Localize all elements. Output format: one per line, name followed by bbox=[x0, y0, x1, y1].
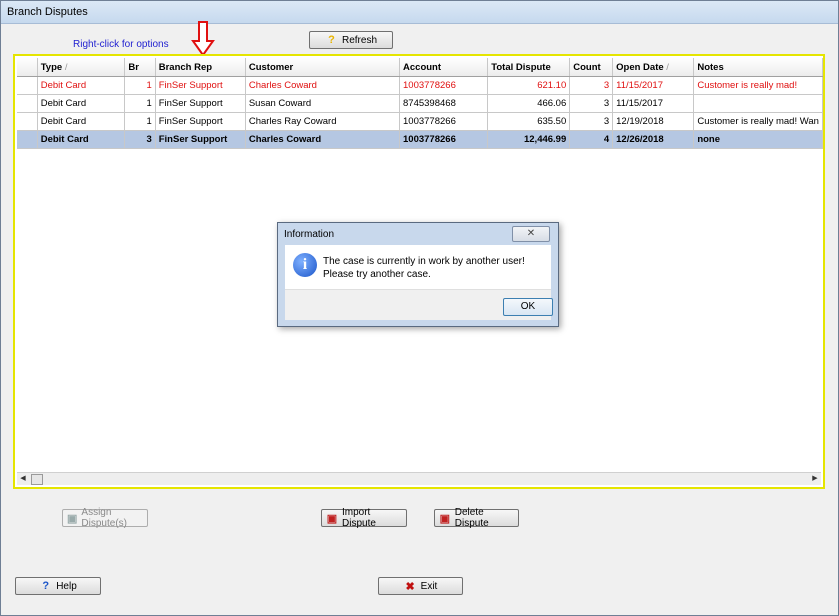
cell-date: 12/19/2018 bbox=[612, 112, 695, 131]
scroll-right-icon[interactable]: ▶ bbox=[809, 473, 821, 485]
cell-type: Debit Card bbox=[37, 94, 126, 113]
cell-date: 11/15/2017 bbox=[612, 76, 695, 95]
information-dialog: Information ✕ i The case is currently in… bbox=[277, 222, 559, 327]
table-row[interactable]: Debit Card 1 FinSer Support Charles Ray … bbox=[17, 112, 823, 131]
exit-label: Exit bbox=[420, 580, 438, 592]
disputes-table: Type / Br Branch Rep Customer Account To… bbox=[17, 58, 823, 149]
row-selector[interactable] bbox=[17, 76, 38, 95]
title-bar: Branch Disputes bbox=[1, 1, 838, 24]
import-icon: ▣ bbox=[326, 512, 338, 525]
question-icon: ? bbox=[328, 34, 335, 46]
header-total-dispute[interactable]: Total Dispute bbox=[487, 58, 571, 77]
cell-total: 466.06 bbox=[487, 94, 571, 113]
cell-notes: Customer is really mad! Wan bbox=[693, 112, 823, 131]
dialog-title: Information bbox=[284, 229, 335, 240]
dialog-close-icon[interactable]: ✕ bbox=[512, 226, 550, 242]
cell-count: 4 bbox=[569, 130, 614, 149]
dialog-message: The case is currently in work by another… bbox=[323, 256, 525, 280]
header-br[interactable]: Br bbox=[124, 58, 156, 77]
cell-total: 635.50 bbox=[487, 112, 571, 131]
import-dispute-button[interactable]: ▣ Import Dispute bbox=[321, 507, 407, 529]
cell-type: Debit Card bbox=[37, 130, 126, 149]
cell-account: 1003778266 bbox=[399, 130, 489, 149]
cell-total: 12,446.99 bbox=[487, 130, 571, 149]
help-button[interactable]: ? Help bbox=[15, 577, 101, 595]
cell-count: 3 bbox=[569, 94, 614, 113]
cell-notes: none bbox=[693, 130, 823, 149]
cell-account: 1003778266 bbox=[399, 76, 489, 95]
header-account[interactable]: Account bbox=[399, 58, 489, 77]
scroll-left-icon[interactable]: ◀ bbox=[17, 473, 29, 485]
cell-type: Debit Card bbox=[37, 112, 126, 131]
cell-count: 3 bbox=[569, 76, 614, 95]
cell-rep: FinSer Support bbox=[155, 112, 246, 131]
cell-customer: Charles Coward bbox=[245, 130, 401, 149]
assign-dispute-button[interactable]: ▣ Assign Dispute(s) bbox=[62, 507, 148, 529]
help-icon: ? bbox=[42, 580, 50, 592]
import-label: Import Dispute bbox=[342, 507, 376, 529]
down-arrow-icon bbox=[191, 21, 215, 57]
cell-br: 1 bbox=[124, 94, 156, 113]
row-selector[interactable] bbox=[17, 94, 38, 113]
help-label: Help bbox=[56, 580, 77, 592]
info-icon: i bbox=[293, 253, 317, 277]
row-selector[interactable] bbox=[17, 130, 38, 149]
cell-type: Debit Card bbox=[37, 76, 126, 95]
cell-rep: FinSer Support bbox=[155, 94, 246, 113]
cell-account: 1003778266 bbox=[399, 112, 489, 131]
horizontal-scrollbar[interactable]: ◀ ▶ bbox=[17, 472, 821, 485]
header-open-date[interactable]: Open Date / bbox=[612, 58, 695, 77]
cell-br: 1 bbox=[124, 76, 156, 95]
cell-account: 8745398468 bbox=[399, 94, 489, 113]
refresh-button[interactable]: ? Refresh bbox=[309, 31, 393, 49]
cell-customer: Charles Ray Coward bbox=[245, 112, 401, 131]
cell-count: 3 bbox=[569, 112, 614, 131]
right-click-hint: Right-click for options bbox=[73, 39, 169, 50]
cell-br: 3 bbox=[124, 130, 156, 149]
refresh-label: Refresh bbox=[341, 34, 377, 46]
assign-icon: ▣ bbox=[67, 512, 78, 525]
cell-rep: FinSer Support bbox=[155, 76, 246, 95]
header-count[interactable]: Count bbox=[569, 58, 614, 77]
table-row-selected[interactable]: Debit Card 3 FinSer Support Charles Cowa… bbox=[17, 130, 823, 149]
scroll-thumb[interactable] bbox=[31, 474, 43, 485]
delete-label: Delete Dispute bbox=[454, 507, 489, 529]
cell-date: 11/15/2017 bbox=[612, 94, 695, 113]
header-selector[interactable] bbox=[17, 58, 38, 77]
dialog-footer: OK bbox=[285, 289, 553, 320]
delete-icon: ▣ bbox=[439, 512, 451, 525]
cell-date: 12/26/2018 bbox=[612, 130, 695, 149]
header-type[interactable]: Type / bbox=[37, 58, 126, 77]
window-title: Branch Disputes bbox=[7, 6, 88, 18]
assign-label: Assign Dispute(s) bbox=[81, 507, 127, 529]
exit-button[interactable]: ✖ Exit bbox=[378, 577, 463, 595]
row-selector[interactable] bbox=[17, 112, 38, 131]
close-x-icon: ✖ bbox=[405, 580, 415, 593]
cell-notes bbox=[693, 94, 823, 113]
header-branch-rep[interactable]: Branch Rep bbox=[155, 58, 246, 77]
ok-button[interactable]: OK bbox=[503, 298, 553, 316]
cell-total: 621.10 bbox=[487, 76, 571, 95]
cell-customer: Charles Coward bbox=[245, 76, 401, 95]
cell-customer: Susan Coward bbox=[245, 94, 401, 113]
cell-rep: FinSer Support bbox=[155, 130, 246, 149]
header-notes[interactable]: Notes bbox=[693, 58, 823, 77]
delete-dispute-button[interactable]: ▣ Delete Dispute bbox=[434, 507, 519, 529]
header-customer[interactable]: Customer bbox=[245, 58, 401, 77]
cell-br: 1 bbox=[124, 112, 156, 131]
table-row[interactable]: Debit Card 1 FinSer Support Charles Cowa… bbox=[17, 76, 823, 95]
dialog-body: i The case is currently in work by anoth… bbox=[285, 245, 551, 289]
cell-notes: Customer is really mad! bbox=[693, 76, 823, 95]
table-row[interactable]: Debit Card 1 FinSer Support Susan Coward… bbox=[17, 94, 823, 113]
table-header-row: Type / Br Branch Rep Customer Account To… bbox=[17, 58, 823, 77]
